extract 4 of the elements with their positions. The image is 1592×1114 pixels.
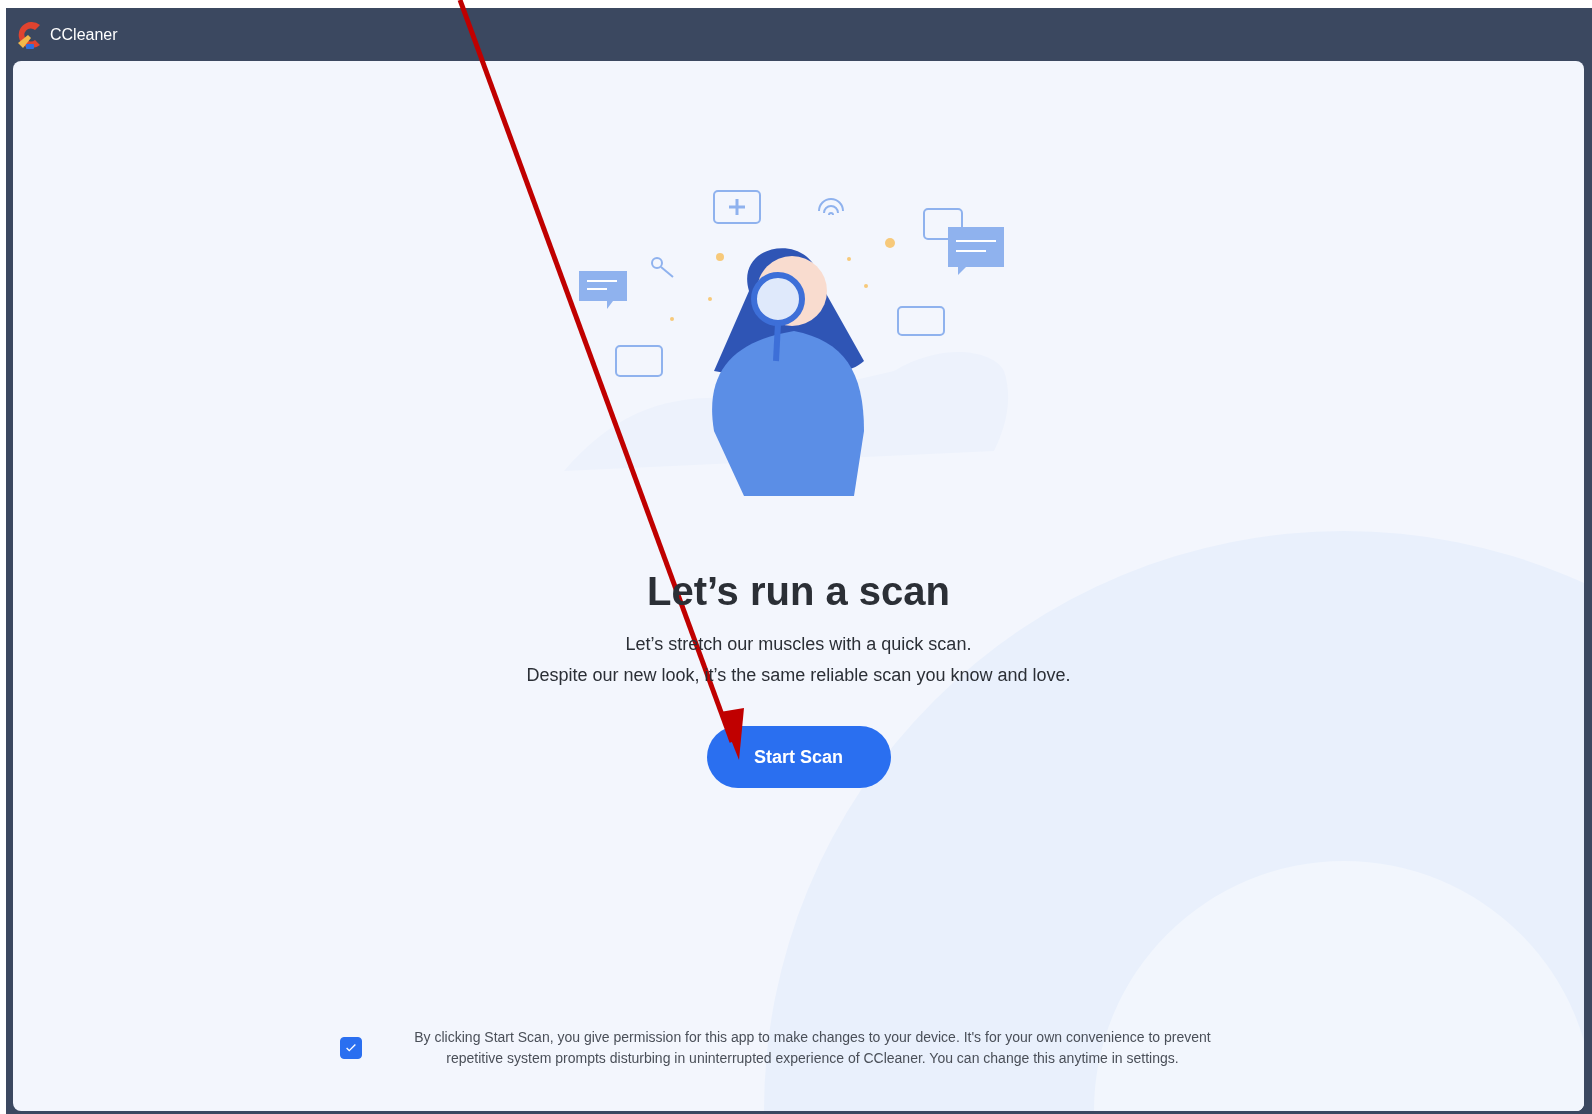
- consent-text: By clicking Start Scan, you give permission for this app to make changes to your device. It's for your own convenience to prevent repetitive system prompts disturbing in uninterrupted experience of CCleaner. You can change this anytime in settings.: [413, 1028, 1212, 1068]
- start-scan-button[interactable]: Start Scan: [706, 726, 891, 788]
- consent-checkbox[interactable]: [339, 1037, 362, 1059]
- window-title: CCleaner: [50, 25, 118, 44]
